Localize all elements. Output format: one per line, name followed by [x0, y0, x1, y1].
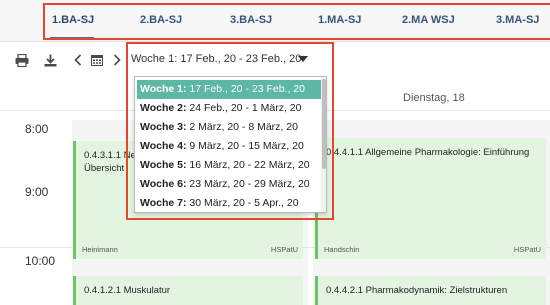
day-header-tuesday: Dienstag, 18 — [403, 92, 465, 104]
tabs-highlight-box — [43, 3, 550, 40]
event-room: HSPatU — [270, 245, 298, 254]
calendar-icon[interactable] — [89, 52, 105, 68]
event-lecturer: Handschin — [324, 245, 360, 254]
printer-icon[interactable] — [14, 52, 30, 68]
dropdown-highlight-box — [126, 42, 334, 220]
time-label-10: 10:00 — [25, 254, 56, 268]
time-label-8: 8:00 — [25, 122, 49, 136]
event-lecturer: Heinimann — [82, 245, 118, 254]
event-block[interactable]: 0.4.4.1.1 Allgemeine Pharmakologie: Einf… — [315, 138, 546, 259]
chevron-left-icon[interactable] — [70, 52, 86, 68]
time-label-9: 9:00 — [25, 185, 49, 199]
event-title: 0.4.4.2.1 Pharmakodynamik: Zielstrukture… — [326, 285, 508, 296]
chevron-right-icon[interactable] — [109, 52, 125, 68]
event-block[interactable]: 0.4.1.2.1 Muskulatur — [73, 276, 303, 305]
event-room: HSPatU — [513, 245, 541, 254]
event-block[interactable]: 0.4.4.2.1 Pharmakodynamik: Zielstrukture… — [315, 276, 546, 305]
download-icon[interactable] — [42, 52, 58, 68]
event-subtitle: Übersicht — [84, 163, 125, 174]
event-title: 0.4.1.2.1 Muskulatur — [84, 285, 171, 296]
event-title: 0.4.4.1.1 Allgemeine Pharmakologie: Einf… — [326, 147, 530, 158]
